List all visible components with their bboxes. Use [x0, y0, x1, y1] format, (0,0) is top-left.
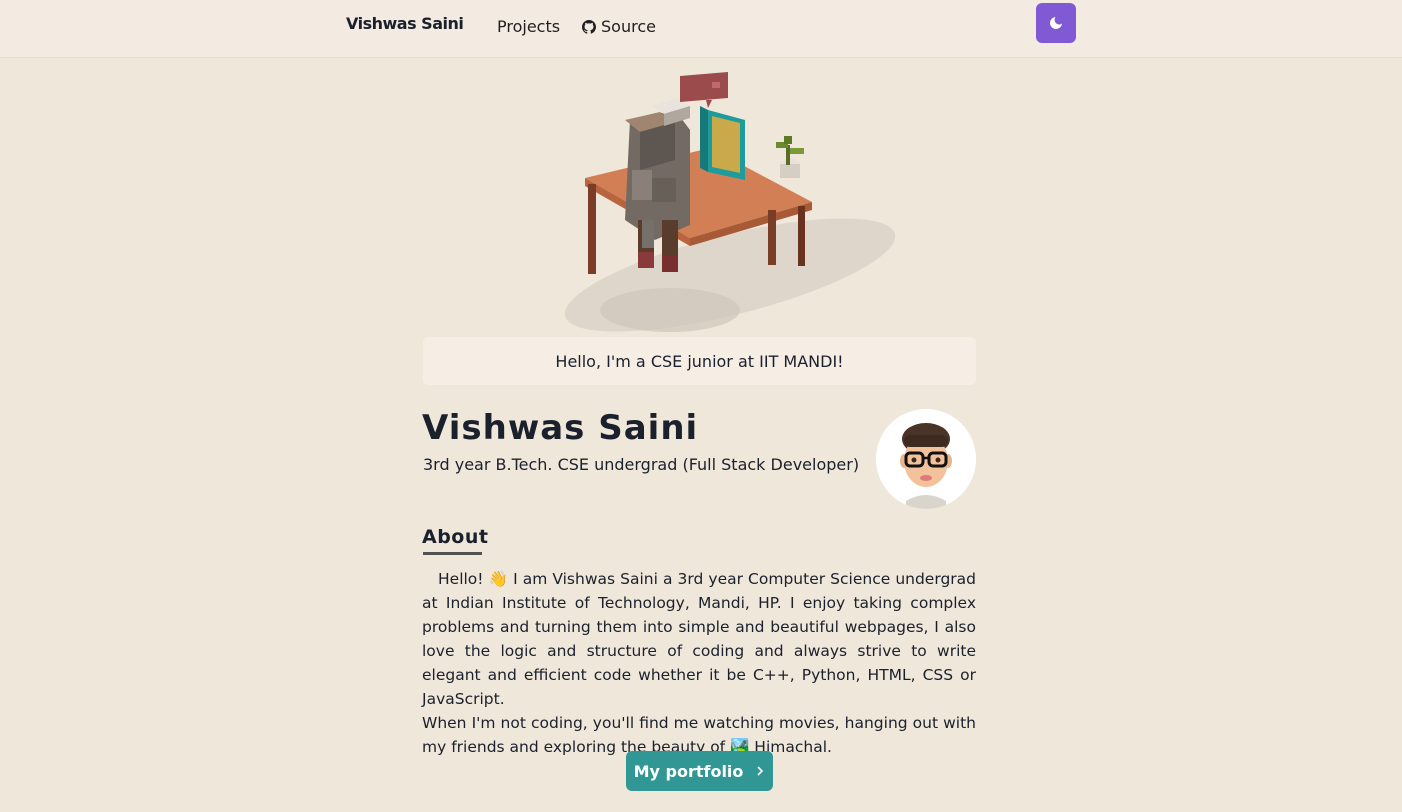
profile-name: Vishwas Saini: [422, 408, 699, 448]
avatar: [876, 409, 976, 509]
portfolio-button[interactable]: My portfolio: [626, 751, 773, 791]
hero-voxel-illustration: [540, 60, 920, 340]
about-text: Hello! 👋 I am Vishwas Saini a 3rd year C…: [422, 567, 976, 759]
about-underline: [423, 552, 482, 555]
nav-projects-link[interactable]: Projects: [497, 17, 560, 36]
about-paragraph-1: Hello! 👋 I am Vishwas Saini a 3rd year C…: [422, 570, 976, 708]
chevron-right-icon: [757, 766, 764, 776]
moon-icon: [1050, 17, 1062, 29]
greeting-banner: Hello, I'm a CSE junior at IIT MANDI!: [423, 337, 976, 385]
navbar: Vishwas Saini Projects Source: [0, 0, 1402, 57]
profile-subtitle: 3rd year B.Tech. CSE undergrad (Full Sta…: [423, 455, 860, 474]
nav-source-label: Source: [601, 17, 656, 36]
memoji-avatar: [876, 409, 976, 509]
about-heading: About: [422, 526, 489, 548]
theme-toggle-button[interactable]: [1036, 3, 1076, 43]
github-icon: [582, 19, 596, 34]
nav-source-link[interactable]: Source: [582, 17, 656, 36]
brand-logo[interactable]: Vishwas Saini: [346, 14, 464, 33]
portfolio-button-label: My portfolio: [633, 761, 744, 781]
